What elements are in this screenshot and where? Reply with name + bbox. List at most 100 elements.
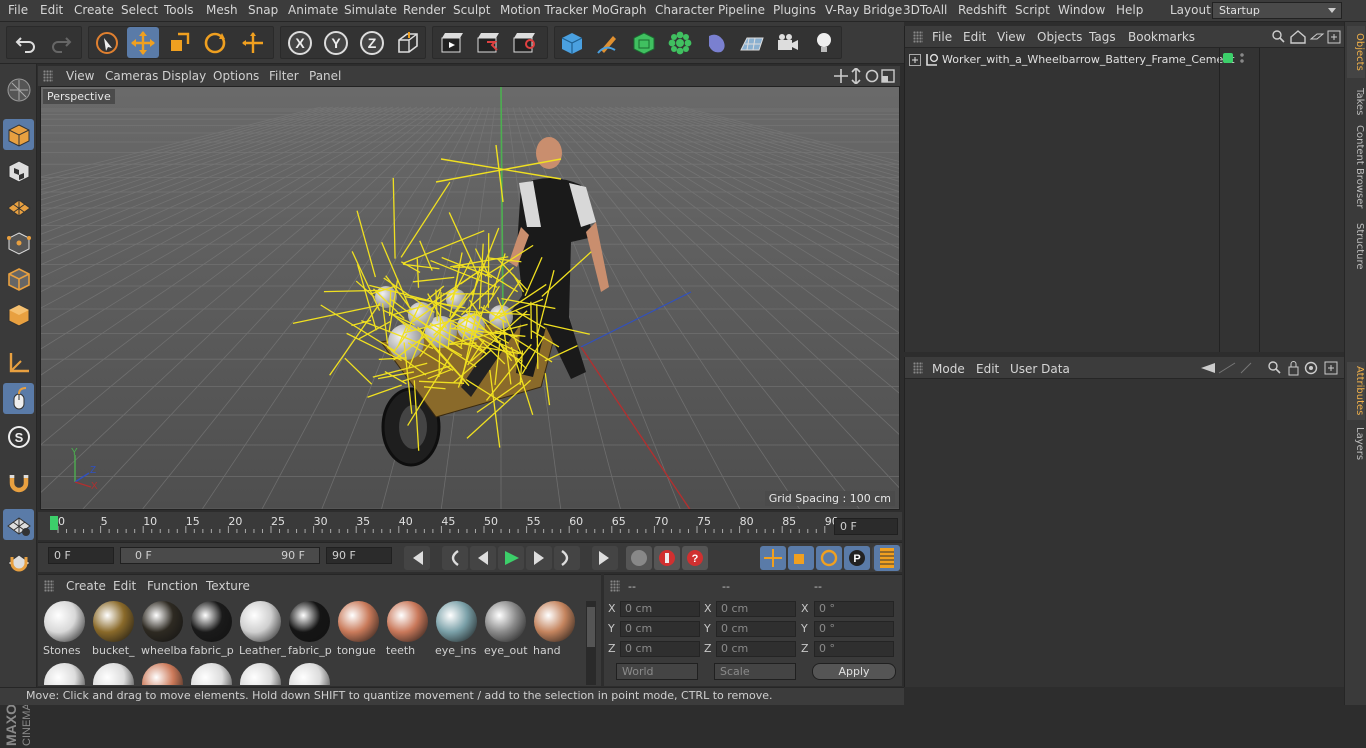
material-menu-edit[interactable]: Edit	[113, 579, 136, 593]
menu-vray-bridge[interactable]: V-Ray Bridge	[825, 3, 902, 17]
viewport-menu-panel[interactable]: Panel	[309, 69, 341, 83]
material-swatch[interactable]	[434, 599, 479, 644]
model-mode-icon[interactable]	[3, 119, 34, 150]
search-icon[interactable]	[1269, 362, 1277, 370]
expand-icon[interactable]	[909, 54, 921, 66]
object-menu-file[interactable]: File	[932, 30, 952, 44]
tab-takes[interactable]: Takes	[1347, 82, 1365, 122]
material-menu-create[interactable]: Create	[66, 579, 106, 593]
end-frame-field[interactable]: 90 F	[326, 547, 392, 564]
object-name[interactable]: Worker_with_a_Wheelbarrow_Battery_Frame_…	[942, 53, 1235, 66]
tab-objects[interactable]: Objects	[1347, 26, 1365, 78]
object-menu-tags[interactable]: Tags	[1089, 30, 1116, 44]
menu-mograph[interactable]: MoGraph	[592, 3, 647, 17]
tab-layers[interactable]: Layers	[1347, 424, 1365, 464]
viewport-menu-view[interactable]: View	[66, 69, 94, 83]
subdivision-icon[interactable]	[628, 27, 660, 58]
solo-icon[interactable]: S	[3, 421, 34, 452]
coordinate-field[interactable]: 0 cm	[620, 641, 700, 657]
viewport-menu-options[interactable]: Options	[213, 69, 259, 83]
menu-3dtoall[interactable]: 3DToAll	[903, 3, 947, 17]
material-swatch[interactable]	[189, 599, 234, 644]
layout-dropdown[interactable]: Startup	[1212, 2, 1342, 19]
coordinate-field[interactable]: 0 cm	[716, 621, 796, 637]
panel-handle-icon[interactable]	[610, 580, 620, 592]
material-swatch[interactable]	[42, 599, 87, 644]
snap-settings-icon[interactable]	[3, 546, 34, 577]
coordinate-field[interactable]: 0 °	[814, 621, 894, 637]
material-swatch[interactable]	[91, 661, 136, 685]
menu-pipeline[interactable]: Pipeline	[718, 3, 765, 17]
material-name[interactable]: eye_out	[484, 644, 531, 657]
material-swatch[interactable]	[287, 661, 332, 685]
material-swatch[interactable]	[287, 599, 332, 644]
edges-mode-icon[interactable]	[3, 263, 34, 294]
recent-tool-icon[interactable]	[237, 27, 269, 58]
menu-plugins[interactable]: Plugins	[773, 3, 816, 17]
material-swatch[interactable]	[238, 661, 283, 685]
menu-render[interactable]: Render	[403, 3, 446, 17]
coordinate-field[interactable]: 0 °	[814, 641, 894, 657]
material-swatch[interactable]	[483, 599, 528, 644]
camera-icon[interactable]	[772, 27, 804, 58]
render-view-icon[interactable]	[436, 27, 468, 58]
attribute-menu-edit[interactable]: Edit	[976, 362, 999, 376]
y-axis-lock-icon[interactable]: Y	[320, 27, 352, 58]
menu-help[interactable]: Help	[1116, 3, 1143, 17]
panel-handle-icon[interactable]	[43, 70, 53, 82]
z-axis-lock-icon[interactable]: Z	[356, 27, 388, 58]
playhead[interactable]	[50, 516, 58, 530]
layer-color-swatch[interactable]	[1223, 53, 1233, 63]
material-name[interactable]: wheelba	[141, 644, 188, 657]
material-name[interactable]: tongue	[337, 644, 384, 657]
material-scrollbar[interactable]	[586, 601, 596, 685]
coordinate-field[interactable]: 0 cm	[620, 601, 700, 617]
viewport-menu-filter[interactable]: Filter	[269, 69, 299, 83]
polygons-mode-icon[interactable]	[3, 299, 34, 330]
menu-select[interactable]: Select	[121, 3, 158, 17]
material-swatch[interactable]	[42, 661, 87, 685]
x-axis-lock-icon[interactable]: X	[284, 27, 316, 58]
material-name[interactable]: fabric_p	[190, 644, 237, 657]
forward-icon[interactable]	[1219, 363, 1235, 373]
make-editable-icon[interactable]	[3, 74, 34, 105]
scale-select[interactable]: Scale	[714, 663, 796, 680]
object-row[interactable]: Worker_with_a_Wheelbarrow_Battery_Frame_…	[905, 50, 1219, 70]
start-frame-field[interactable]: 0 F	[48, 547, 114, 564]
coordinate-field[interactable]: 0 °	[814, 601, 894, 617]
menu-script[interactable]: Script	[1015, 3, 1050, 17]
menu-character[interactable]: Character	[655, 3, 714, 17]
material-name[interactable]: fabric_p	[288, 644, 335, 657]
tab-structure[interactable]: Structure	[1347, 218, 1365, 274]
attribute-manager-tools[interactable]	[1201, 360, 1343, 376]
coordinate-system-icon[interactable]	[392, 27, 424, 58]
visibility-dots-icon[interactable]	[1239, 52, 1245, 64]
menu-motion-tracker[interactable]: Motion Tracker	[500, 3, 588, 17]
snap-magnet-icon[interactable]	[3, 466, 34, 497]
object-menu-objects[interactable]: Objects	[1037, 30, 1082, 44]
material-swatch[interactable]	[385, 599, 430, 644]
key-rotation-button[interactable]	[816, 546, 842, 570]
home-icon[interactable]	[1291, 31, 1305, 43]
material-swatch[interactable]	[91, 599, 136, 644]
rotate-icon[interactable]	[199, 27, 231, 58]
material-menu-texture[interactable]: Texture	[206, 579, 250, 593]
cube-icon[interactable]	[556, 27, 588, 58]
world-select[interactable]: World	[616, 663, 698, 680]
pen-icon[interactable]	[592, 27, 624, 58]
tweak-icon[interactable]	[3, 383, 34, 414]
material-name[interactable]: eye_ins	[435, 644, 482, 657]
timeline-ruler[interactable]: 051015202530354045505560657075808590 0 F	[38, 512, 902, 540]
menu-tools[interactable]: Tools	[164, 3, 194, 17]
material-swatch[interactable]	[336, 599, 381, 644]
viewport-3d[interactable]: Y Z X Perspective Grid Spacing : 100 cm	[40, 86, 900, 510]
scene-canvas[interactable]: Y Z X	[41, 87, 900, 510]
floor-icon[interactable]	[736, 27, 768, 58]
redo-icon[interactable]	[45, 27, 77, 58]
enable-axis-icon[interactable]	[3, 509, 34, 540]
menu-create[interactable]: Create	[74, 3, 114, 17]
viewport-menu-display[interactable]: Display	[162, 69, 206, 83]
texture-mode-icon[interactable]	[3, 155, 34, 186]
material-swatch[interactable]	[189, 661, 234, 685]
object-menu-view[interactable]: View	[997, 30, 1025, 44]
